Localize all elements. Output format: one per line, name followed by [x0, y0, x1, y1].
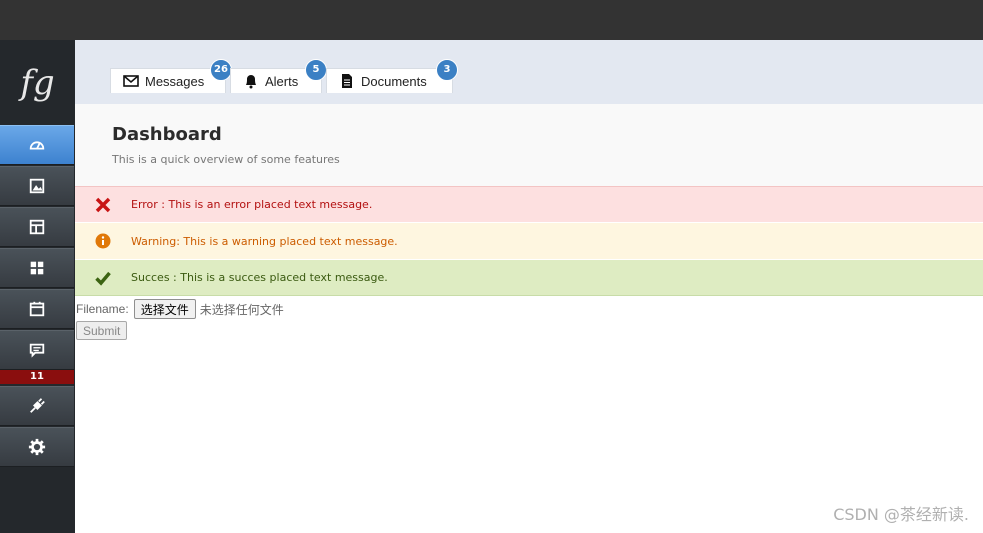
sidebar-item-dashboard[interactable]: [0, 125, 74, 165]
sidebar-item-layout[interactable]: [0, 207, 74, 247]
watermark: CSDN @茶经新读.: [833, 505, 969, 524]
sidebar-item-settings[interactable]: [0, 427, 74, 467]
no-file-selected-text: 未选择任何文件: [199, 302, 284, 317]
sidebar-item-plugins[interactable]: [0, 386, 74, 426]
header-bar: Messages 26 Alerts 5 Documents 3: [75, 40, 983, 104]
error-x-icon: [93, 195, 113, 215]
layout-icon: [29, 219, 45, 235]
filename-label: Filename:: [76, 302, 129, 316]
warning-info-icon: [93, 231, 113, 251]
sidebar: fg 11: [0, 40, 75, 533]
plug-icon: [30, 398, 45, 413]
tab-alerts-label: Alerts: [265, 73, 299, 89]
bell-icon: [246, 75, 256, 89]
chat-icon: [29, 343, 45, 358]
tab-messages[interactable]: Messages 26: [110, 59, 232, 93]
dashboard-icon: [29, 141, 45, 150]
choose-file-button[interactable]: 选择文件: [133, 299, 196, 319]
envelope-icon: [123, 75, 139, 87]
sidebar-item-gallery[interactable]: [0, 166, 74, 206]
sidebar-item-calendar[interactable]: [0, 289, 74, 329]
tab-alerts[interactable]: Alerts 5: [230, 59, 327, 93]
gear-icon: [28, 438, 46, 456]
top-bar: [0, 0, 983, 40]
warning-message: Warning: This is a warning placed text m…: [75, 223, 983, 259]
alerts-count-bubble: 5: [305, 59, 327, 81]
warning-text: Warning: This is a warning placed text m…: [131, 234, 398, 248]
document-icon: [342, 74, 352, 88]
page-header: Dashboard This is a quick overview of so…: [75, 104, 983, 186]
page-subtitle: This is a quick overview of some feature…: [112, 153, 340, 166]
error-text: Error : This is an error placed text mes…: [131, 198, 373, 211]
error-message: Error : This is an error placed text mes…: [75, 186, 983, 222]
messages-count-bubble: 26: [210, 59, 232, 81]
success-text: Succes : This is a succes placed text me…: [131, 271, 388, 284]
page-title: Dashboard: [112, 124, 222, 145]
calendar-icon: [29, 301, 45, 317]
tab-documents[interactable]: Documents 3: [326, 59, 458, 93]
upload-form: Filename: 选择文件 未选择任何文件 Submit: [76, 298, 284, 340]
checkmark-icon: [93, 268, 113, 288]
tab-documents-label: Documents: [361, 73, 427, 89]
sidebar-item-messages[interactable]: [0, 330, 74, 370]
submit-button[interactable]: Submit: [76, 321, 128, 340]
success-message: Succes : This is a succes placed text me…: [75, 260, 983, 296]
image-icon: [29, 178, 45, 194]
messages-count-badge: 11: [0, 370, 74, 384]
sidebar-item-widgets[interactable]: [0, 248, 74, 288]
grid-icon: [30, 261, 44, 275]
logo: fg: [20, 62, 55, 103]
tab-messages-label: Messages: [145, 73, 205, 89]
documents-count-bubble: 3: [436, 59, 458, 81]
